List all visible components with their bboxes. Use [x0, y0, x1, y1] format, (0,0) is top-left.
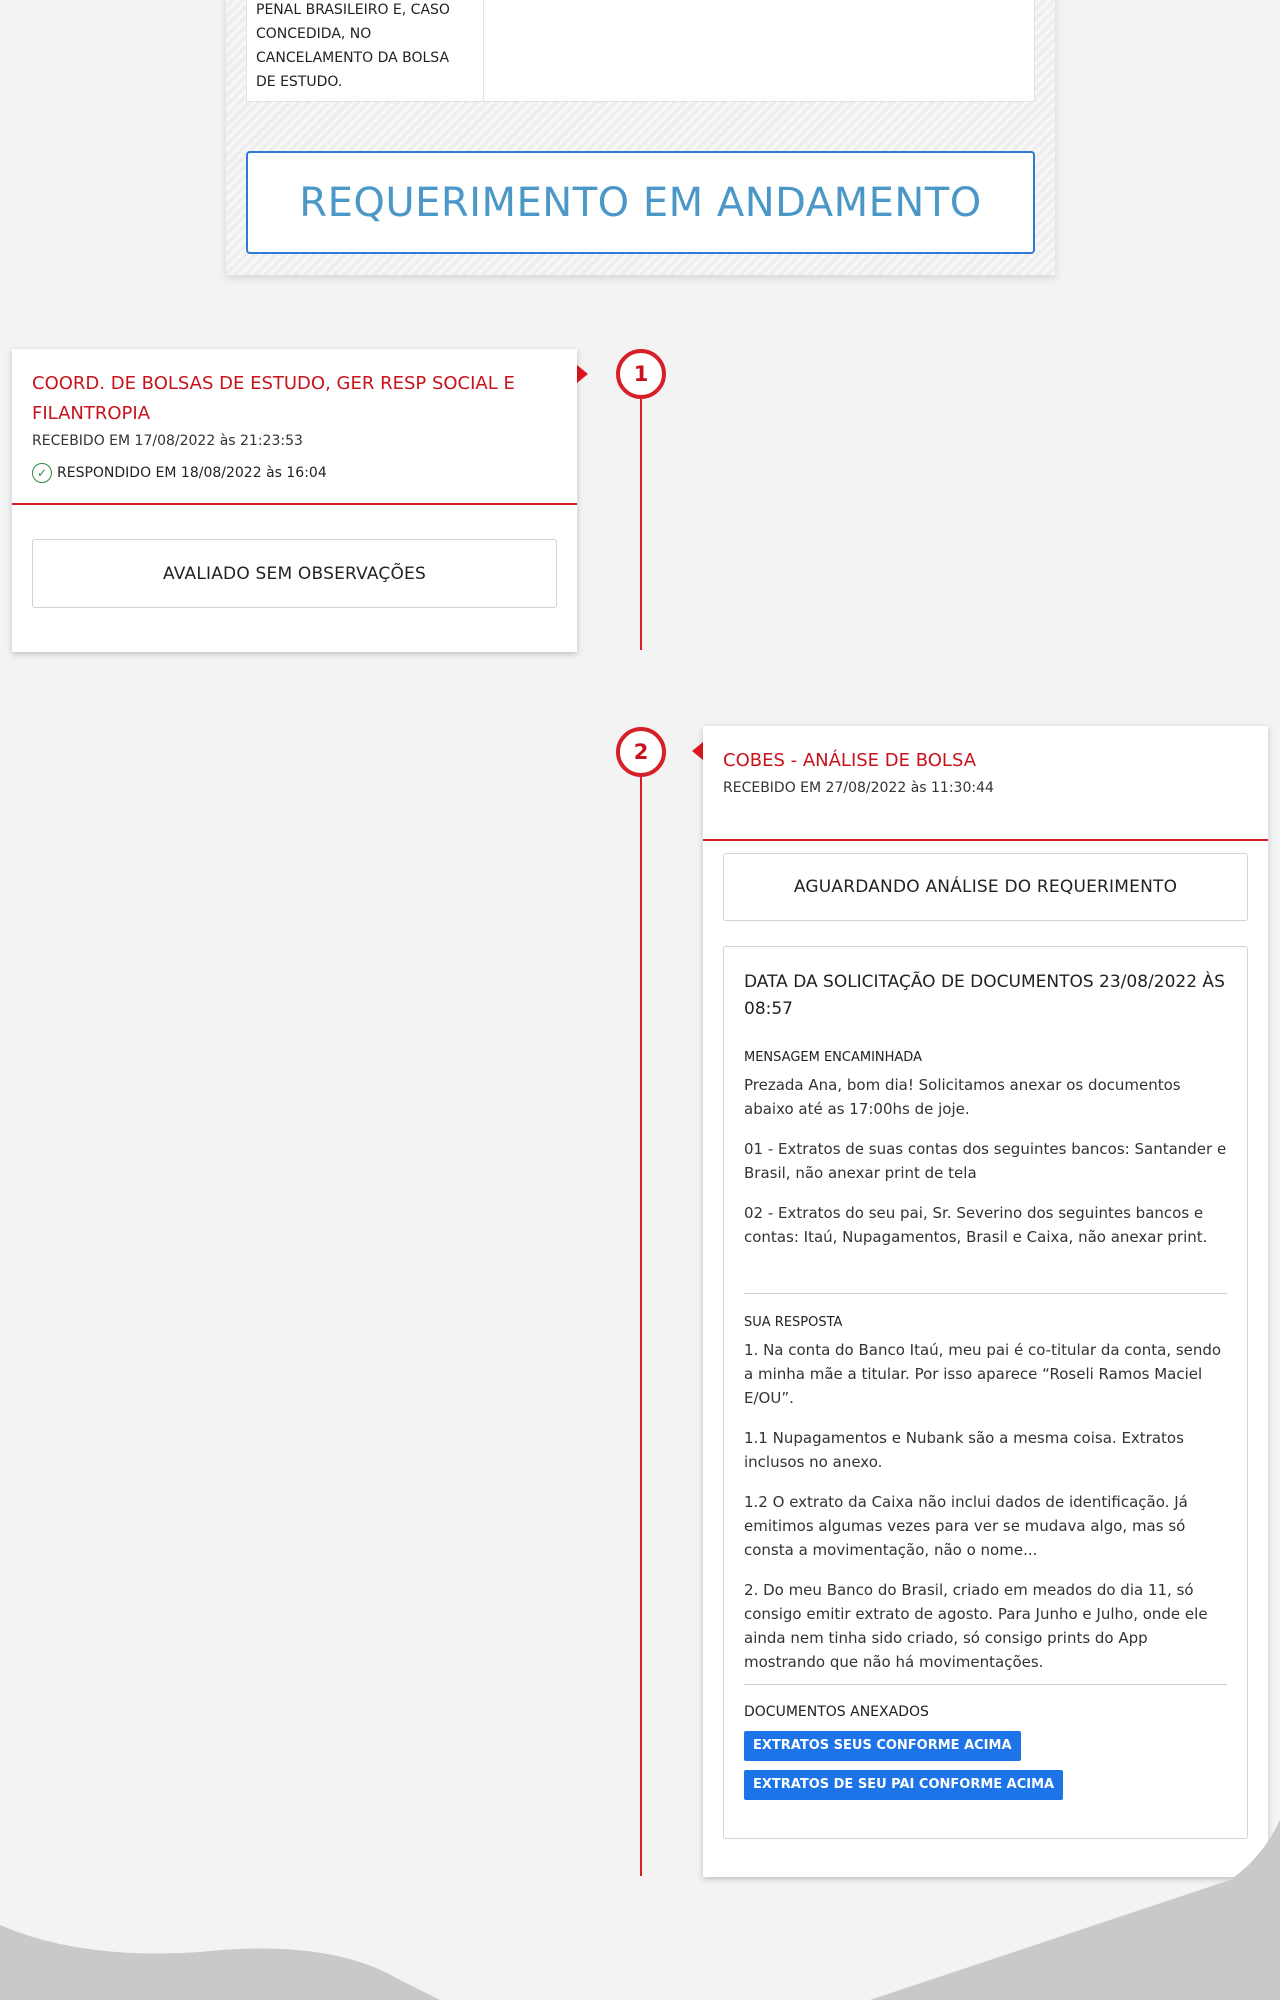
response-paragraph: 1.2 O extrato da Caixa não inclui dados … [744, 1493, 1188, 1559]
timeline-card-2: COBES - ANÁLISE DE BOLSA RECEBIDO EM 27/… [703, 726, 1268, 1877]
document-request-detail: DATA DA SOLICITAÇÃO DE DOCUMENTOS 23/08/… [723, 946, 1248, 1839]
timeline-line-1 [640, 398, 642, 650]
check-circle-icon: ✓ [32, 463, 52, 483]
footer-wave-decoration [0, 1820, 1280, 2000]
received-date: RECEBIDO EM 17/08/2022 às 21:23:53 [32, 433, 303, 449]
card-divider [12, 503, 577, 505]
summary-table: PENAL BRASILEIRO E, CASO CONCEDIDA, NO C… [246, 0, 1035, 102]
summary-cell-empty [484, 0, 1034, 101]
card-title: COORD. DE BOLSAS DE ESTUDO, GER RESP SOC… [32, 373, 515, 424]
request-summary-panel: PENAL BRASILEIRO E, CASO CONCEDIDA, NO C… [226, 0, 1055, 275]
timeline-pointer-1 [577, 365, 588, 383]
message-paragraph: 01 - Extratos de suas contas dos seguint… [744, 1140, 1227, 1182]
evaluation-result: AVALIADO SEM OBSERVAÇÕES [32, 539, 557, 608]
section-divider [744, 1684, 1227, 1685]
documents-label: DOCUMENTOS ANEXADOS [744, 1704, 929, 1720]
response-paragraph: 1.1 Nupagamentos e Nubank são a mesma co… [744, 1429, 1184, 1471]
message-label: MENSAGEM ENCAMINHADA [744, 1050, 922, 1065]
response-paragraph: 1. Na conta do Banco Itaú, meu pai é co-… [744, 1341, 1222, 1407]
message-paragraph: Prezada Ana, bom dia! Solicitamos anexar… [744, 1076, 1181, 1118]
responded-date: ✓ RESPONDIDO EM 18/08/2022 às 16:04 [32, 463, 557, 483]
timeline-step-2-marker: 2 [616, 727, 666, 777]
attached-document-link[interactable]: EXTRATOS DE SEU PAI CONFORME ACIMA [744, 1770, 1064, 1800]
response-label: SUA RESPOSTA [744, 1315, 843, 1330]
evaluation-result: AGUARDANDO ANÁLISE DO REQUERIMENTO [723, 853, 1248, 921]
document-request-title: DATA DA SOLICITAÇÃO DE DOCUMENTOS 23/08/… [744, 972, 1225, 1019]
card-title: COBES - ANÁLISE DE BOLSA [723, 750, 977, 771]
timeline-line-2 [640, 776, 642, 1876]
received-date: RECEBIDO EM 27/08/2022 às 11:30:44 [723, 780, 994, 796]
response-paragraph: 2. Do meu Banco do Brasil, criado em mea… [744, 1581, 1208, 1671]
timeline-step-1-marker: 1 [616, 349, 666, 399]
responded-text: RESPONDIDO EM 18/08/2022 às 16:04 [57, 465, 327, 481]
attached-document-link[interactable]: EXTRATOS SEUS CONFORME ACIMA [744, 1731, 1021, 1761]
message-paragraph: 02 - Extratos do seu pai, Sr. Severino d… [744, 1204, 1208, 1246]
timeline-card-1: COORD. DE BOLSAS DE ESTUDO, GER RESP SOC… [12, 349, 577, 652]
timeline-pointer-2 [692, 742, 703, 760]
request-status-banner: REQUERIMENTO EM ANDAMENTO [246, 151, 1035, 254]
card-divider [703, 839, 1268, 841]
summary-cell-text: PENAL BRASILEIRO E, CASO CONCEDIDA, NO C… [247, 0, 484, 101]
section-divider [744, 1293, 1227, 1294]
